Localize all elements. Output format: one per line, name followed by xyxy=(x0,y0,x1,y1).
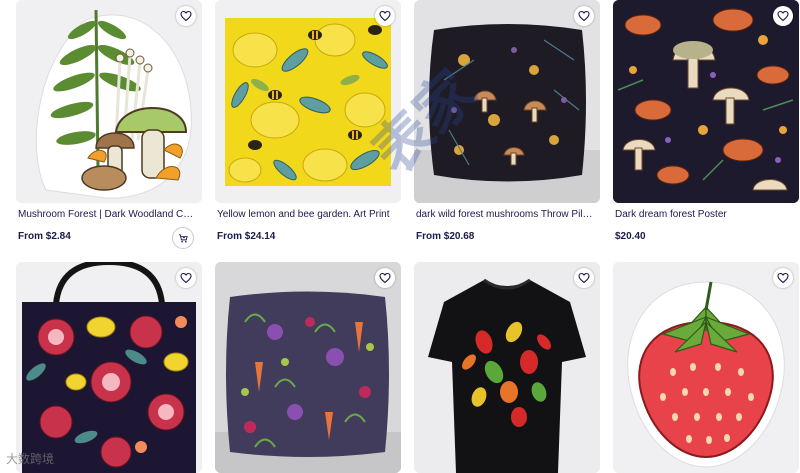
product-card[interactable]: Yellow lemon and bee garden. Art Print F… xyxy=(215,0,401,250)
product-thumbnail[interactable] xyxy=(613,0,799,203)
product-card[interactable]: dark wild forest mushrooms Throw Pillow … xyxy=(414,0,600,250)
product-card[interactable] xyxy=(414,262,600,473)
mushroom-sticker-art xyxy=(16,0,202,203)
pomegranate-tote-art xyxy=(16,262,202,473)
product-title[interactable]: Yellow lemon and bee garden. Art Print xyxy=(217,209,395,220)
product-card[interactable] xyxy=(215,262,401,473)
product-thumbnail[interactable] xyxy=(215,262,401,473)
favorite-button[interactable] xyxy=(375,268,395,288)
product-card[interactable] xyxy=(613,262,799,473)
heart-icon xyxy=(578,272,590,284)
favorite-button[interactable] xyxy=(773,6,793,26)
product-title[interactable]: dark wild forest mushrooms Throw Pillow xyxy=(416,209,594,220)
add-to-cart-button[interactable] xyxy=(172,227,194,249)
lemon-bee-art xyxy=(215,0,401,203)
heart-icon xyxy=(777,272,789,284)
product-price: $20.40 xyxy=(615,231,646,242)
favorite-button[interactable] xyxy=(176,6,196,26)
product-thumbnail[interactable] xyxy=(215,0,401,203)
product-price: From $2.84 xyxy=(18,231,71,242)
product-card[interactable]: Dark dream forest Poster $20.40 xyxy=(613,0,799,250)
product-card[interactable]: Mushroom Forest | Dark Woodland Cottagec… xyxy=(16,0,202,250)
product-title[interactable]: Mushroom Forest | Dark Woodland Cottagec… xyxy=(18,209,196,220)
product-thumbnail[interactable] xyxy=(613,262,799,473)
favorite-button[interactable] xyxy=(574,6,594,26)
favorite-button[interactable] xyxy=(574,268,594,288)
vegetable-pillow-art xyxy=(215,262,401,473)
heart-icon xyxy=(180,10,192,22)
product-thumbnail[interactable] xyxy=(16,262,202,473)
product-card[interactable] xyxy=(16,262,202,473)
favorite-button[interactable] xyxy=(773,268,793,288)
strawberry-sticker-art xyxy=(613,262,799,473)
product-price: From $24.14 xyxy=(217,231,276,242)
favorite-button[interactable] xyxy=(375,6,395,26)
mushroom-poster-art xyxy=(613,0,799,203)
product-thumbnail[interactable] xyxy=(414,262,600,473)
product-title[interactable]: Dark dream forest Poster xyxy=(615,209,793,220)
product-thumbnail[interactable] xyxy=(16,0,202,203)
pepper-tshirt-art xyxy=(414,262,600,473)
heart-icon xyxy=(379,10,391,22)
product-price: From $20.68 xyxy=(416,231,475,242)
cart-icon xyxy=(178,233,188,242)
product-thumbnail[interactable] xyxy=(414,0,600,203)
mushroom-pillow-art xyxy=(414,0,600,203)
heart-icon xyxy=(379,272,391,284)
heart-icon xyxy=(777,10,789,22)
heart-icon xyxy=(180,272,192,284)
heart-icon xyxy=(578,10,590,22)
favorite-button[interactable] xyxy=(176,268,196,288)
